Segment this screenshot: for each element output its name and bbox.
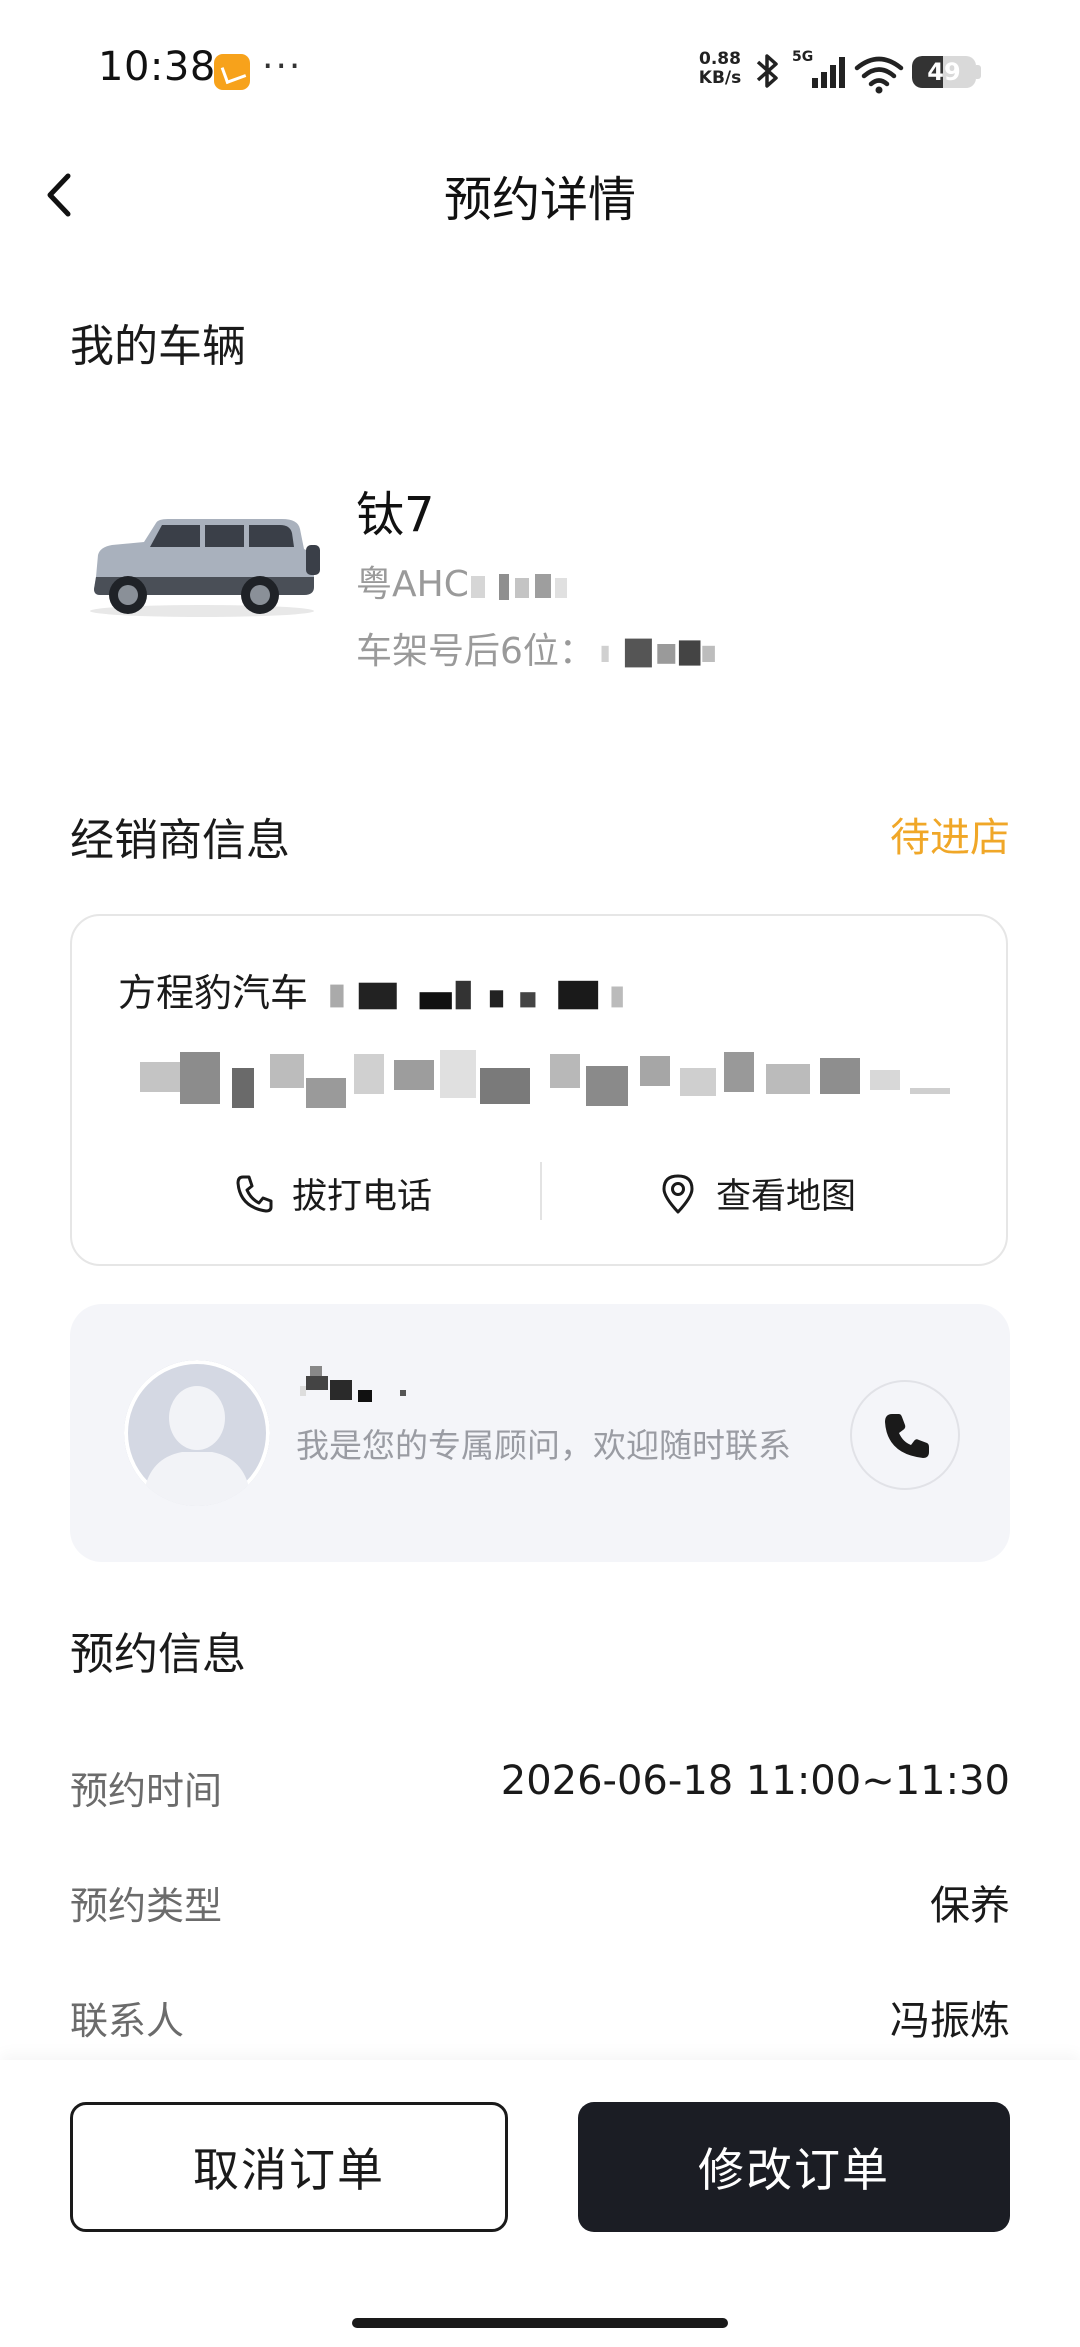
redacted-dealer-name xyxy=(330,980,623,1009)
status-badge: 待进店 xyxy=(890,815,1010,861)
bluetooth-icon xyxy=(756,54,778,88)
vin-label: 车架号后6位： xyxy=(356,631,595,672)
user-silhouette-icon xyxy=(124,1360,270,1506)
avatar xyxy=(124,1360,270,1506)
phone-icon xyxy=(236,1175,273,1212)
redacted-advisor-name xyxy=(300,1366,406,1402)
call-advisor-button[interactable] xyxy=(850,1380,960,1490)
more-notifications-icon: ··· xyxy=(262,46,303,87)
contact-label: 联系人 xyxy=(70,1999,185,2043)
action-divider xyxy=(540,1162,542,1220)
vehicle-model: 钛7 xyxy=(356,487,435,543)
view-map-label: 查看地图 xyxy=(716,1177,857,1217)
appointment-type-label: 预约类型 xyxy=(70,1884,223,1928)
wifi-icon xyxy=(854,56,904,94)
vin-suffix: 车架号后6位： xyxy=(356,622,725,674)
contact-value: 冯振炼 xyxy=(890,1998,1010,2044)
page-title: 预约详情 xyxy=(443,172,636,228)
dealer-name-prefix: 方程豹汽车 xyxy=(118,971,309,1015)
car-image xyxy=(90,519,320,617)
license-plate-prefix: 粤AHC xyxy=(356,564,469,605)
cellular-signal-icon: 5G xyxy=(792,49,845,88)
license-plate: 粤AHC xyxy=(356,555,579,607)
cancel-order-button[interactable]: 取消订单 xyxy=(70,2102,508,2232)
status-time: 10:38 xyxy=(98,44,216,90)
battery-level: 49 xyxy=(927,58,961,86)
appointment-type-value: 保养 xyxy=(930,1883,1010,1929)
network-speed-unit: KB/s xyxy=(698,68,742,88)
appointment-time-value: 2026-06-18 11:00~11:30 xyxy=(500,1758,1010,1804)
battery-icon: 49 xyxy=(912,56,976,88)
network-speed-value: 0.88 xyxy=(699,49,741,69)
dealer-name: 方程豹汽车 xyxy=(118,962,652,1017)
appointment-time-label: 预约时间 xyxy=(70,1769,223,1813)
view-map-button[interactable]: 查看地图 xyxy=(658,1168,856,1219)
advisor-description: 我是您的专属顾问，欢迎随时联系 xyxy=(296,1426,791,1465)
call-dealer-label: 拔打电话 xyxy=(292,1177,433,1217)
network-type-label: 5G xyxy=(792,49,813,65)
phone-icon xyxy=(885,1414,929,1458)
dealer-section-title: 经销商信息 xyxy=(70,815,290,866)
location-pin-icon xyxy=(662,1174,694,1213)
network-speed: 0.88 KB/s xyxy=(694,50,746,88)
home-indicator[interactable] xyxy=(352,2318,728,2328)
redacted-dealer-address xyxy=(140,1050,950,1108)
vehicle-section-title: 我的车辆 xyxy=(70,321,246,372)
redacted-plate-suffix xyxy=(470,574,567,600)
appointment-section-title: 预约信息 xyxy=(70,1629,246,1680)
modify-order-button[interactable]: 修改订单 xyxy=(578,2102,1010,2232)
redacted-vin xyxy=(601,638,715,668)
app-notification-icon xyxy=(214,54,250,90)
call-dealer-button[interactable]: 拔打电话 xyxy=(234,1168,432,1219)
